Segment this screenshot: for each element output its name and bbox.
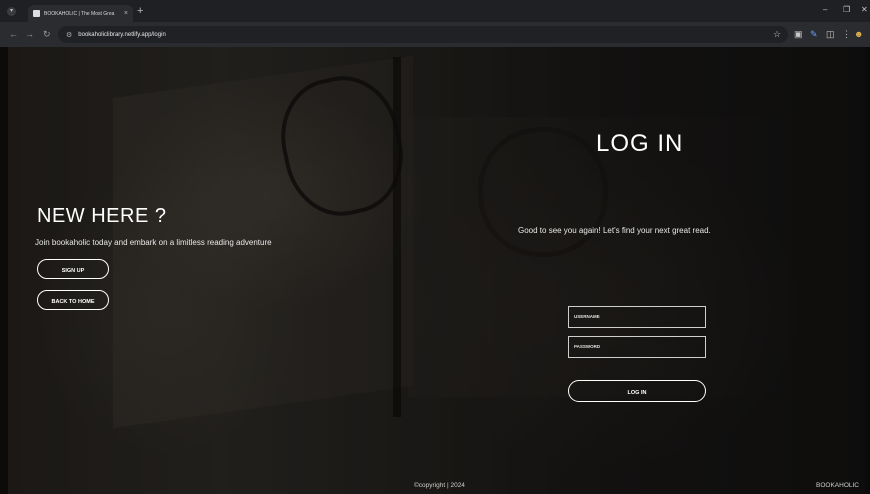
favicon-icon <box>33 10 40 17</box>
new-tab-button[interactable]: + <box>137 5 143 17</box>
password-input[interactable]: PASSWORD <box>568 336 706 358</box>
restore-button[interactable]: ❐ <box>843 5 850 14</box>
extension-icon[interactable]: ▣ <box>794 29 803 39</box>
menu-icon[interactable]: ⋮ <box>842 29 851 39</box>
copyright-text: ©copyright | 2024 <box>414 482 465 489</box>
login-subtitle: Good to see you again! Let's find your n… <box>518 226 711 235</box>
browser-tab[interactable]: BOOKAHOLIC | The Most Grea × <box>28 5 133 22</box>
address-bar[interactable]: ⚙ bookaholiclibrary.netlify.app/login <box>58 26 788 43</box>
login-button[interactable]: LOG IN <box>568 380 706 402</box>
tab-close-icon[interactable]: × <box>124 10 128 17</box>
forward-icon[interactable]: → <box>25 29 34 39</box>
url-text: bookaholiclibrary.netlify.app/login <box>78 31 166 38</box>
tab-title: BOOKAHOLIC | The Most Grea <box>44 10 115 17</box>
browser-titlebar: ▾ BOOKAHOLIC | The Most Grea × + – ❐ ✕ <box>0 0 870 22</box>
minimize-button[interactable]: – <box>823 5 827 14</box>
back-icon[interactable]: ← <box>9 29 18 39</box>
close-window-button[interactable]: ✕ <box>861 5 868 14</box>
login-page: NEW HERE ? Join bookaholic today and emb… <box>8 47 865 494</box>
tab-search-icon[interactable]: ▾ <box>7 7 16 16</box>
login-heading: LOG IN <box>596 130 684 157</box>
signup-heading: NEW HERE ? <box>37 205 167 227</box>
site-settings-icon[interactable]: ⚙ <box>66 31 72 39</box>
bookmark-star-icon[interactable]: ☆ <box>773 29 781 39</box>
back-to-home-button[interactable]: BACK TO HOME <box>37 290 109 310</box>
background-overlay <box>8 47 865 494</box>
username-placeholder: USERNAME <box>574 314 600 319</box>
signup-subtitle: Join bookaholic today and embark on a li… <box>35 238 272 247</box>
reload-icon[interactable]: ↻ <box>43 29 51 39</box>
footer-brand: BOOKAHOLIC <box>816 482 859 489</box>
pen-extension-icon[interactable]: ✎ <box>810 29 818 39</box>
profile-icon[interactable]: ☻ <box>854 29 863 39</box>
puzzle-extensions-icon[interactable]: ◫ <box>826 29 835 39</box>
username-input[interactable]: USERNAME <box>568 306 706 328</box>
sign-up-button[interactable]: SIGN UP <box>37 259 109 279</box>
password-placeholder: PASSWORD <box>574 344 601 349</box>
